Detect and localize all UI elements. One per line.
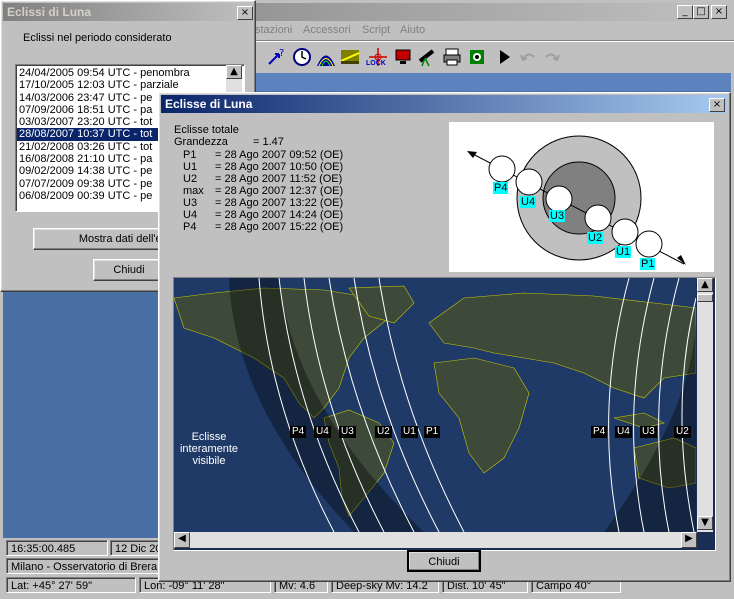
eclipse-diagram: P4 U4 U3 U2 U1 P1 xyxy=(449,122,714,272)
map-label-p4-right: P4 xyxy=(591,426,608,438)
menu-accessori[interactable]: Accessori xyxy=(303,24,351,36)
svg-text:?: ? xyxy=(279,48,284,59)
scroll-up-button[interactable]: ▲ xyxy=(226,65,242,79)
menu-script[interactable]: Script xyxy=(362,24,390,36)
map-label-u4: U4 xyxy=(314,426,331,438)
printer-icon[interactable] xyxy=(442,47,462,67)
status-lat: Lat: +45° 27' 59" xyxy=(6,577,136,593)
diagram-label-u1: U1 xyxy=(615,246,632,258)
diagram-label-u4: U4 xyxy=(520,196,537,208)
eclipse-detail-close-button[interactable]: × xyxy=(709,98,725,112)
map-caption-line-2: interamente xyxy=(179,443,239,455)
diagram-label-p4: P4 xyxy=(493,182,509,194)
map-label-u1: U1 xyxy=(401,426,418,438)
contact-name: max xyxy=(183,185,204,197)
status-date: 12 Dic 20 xyxy=(110,540,162,556)
contact-name: U2 xyxy=(183,173,198,185)
eclipse-list-heading: Eclissi nel periodo considerato xyxy=(23,32,172,44)
map-label-u2: U2 xyxy=(375,426,392,438)
eclipse-list-close-button[interactable]: × xyxy=(237,6,253,20)
contact-time: = 28 Ago 2007 14:24 (OE) xyxy=(215,209,344,221)
contact-time: = 28 Ago 2007 12:37 (OE) xyxy=(215,185,344,197)
eclipse-list-close-btn[interactable]: Chiudi xyxy=(93,259,165,281)
status-time: 16:35:00.485 xyxy=(6,540,108,556)
map-scroll-left[interactable]: ◀ xyxy=(174,532,190,548)
eclipse-list-title: Eclissi di Luna xyxy=(7,5,92,19)
world-map-svg xyxy=(174,278,696,532)
horizon-icon[interactable] xyxy=(340,47,360,67)
map-label-u4-right: U4 xyxy=(615,426,632,438)
map-hscrollbar[interactable]: ◀ ▶ xyxy=(174,532,697,548)
map-label-p1: P1 xyxy=(424,426,441,438)
menu-separator xyxy=(250,40,734,42)
map-label-u2-right: U2 xyxy=(674,426,691,438)
menu-aiuto[interactable]: Aiuto xyxy=(400,24,425,36)
map-label-p4: P4 xyxy=(290,426,307,438)
eclipse-detail-title: Eclisse di Luna xyxy=(165,97,253,111)
contact-time: = 28 Ago 2007 09:52 (OE) xyxy=(215,149,344,161)
clock-icon[interactable] xyxy=(292,47,312,67)
lock-label: LOCK xyxy=(366,60,386,67)
moon-p4 xyxy=(488,155,516,183)
diagram-label-u3: U3 xyxy=(549,210,566,222)
contact-time: = 28 Ago 2007 10:50 (OE) xyxy=(215,161,344,173)
contact-time: = 28 Ago 2007 11:52 (OE) xyxy=(215,173,343,185)
eclipse-detail-titlebar: Eclisse di Luna xyxy=(161,95,728,113)
diagram-label-u2: U2 xyxy=(587,232,604,244)
map-caption: Eclisse interamente visibile xyxy=(177,431,241,467)
map-label-u3-right: U3 xyxy=(640,426,657,438)
map-vscroll-thumb[interactable] xyxy=(697,294,713,302)
contact-name: P4 xyxy=(183,221,197,233)
map-vscrollbar[interactable]: ▲ ▼ xyxy=(697,278,713,532)
visibility-map[interactable]: ▲ ▼ ◀ ▶ xyxy=(173,277,716,551)
contact-name: U1 xyxy=(183,161,198,173)
eclipse-list-titlebar: Eclissi di Luna xyxy=(3,3,253,21)
redo-icon[interactable] xyxy=(542,47,562,67)
contact-name: U4 xyxy=(183,209,198,221)
map-label-u3: U3 xyxy=(339,426,356,438)
moon-u2 xyxy=(584,204,612,232)
eclipse-detail-close-btn[interactable]: Chiudi xyxy=(407,550,481,572)
diagram-label-p1: P1 xyxy=(640,258,656,270)
map-scroll-down[interactable]: ▼ xyxy=(697,516,713,530)
magnitude-value: = 1.47 xyxy=(253,136,284,148)
meridian-icon[interactable] xyxy=(316,47,336,67)
eclipse-list-item[interactable]: 24/04/2005 09:54 UTC - penombra xyxy=(17,67,225,79)
settings-icon[interactable] xyxy=(467,47,487,67)
menu-stazioni[interactable]: stazioni xyxy=(255,24,292,36)
play-icon[interactable] xyxy=(495,47,515,67)
eclipse-diagram-svg xyxy=(467,135,686,265)
path-arrow-end xyxy=(677,255,686,265)
map-caption-line-1: Eclisse xyxy=(191,431,227,443)
magnitude-label: Grandezza xyxy=(174,136,228,148)
question-arrow-icon[interactable]: ? xyxy=(266,47,286,67)
eclipse-type: Eclisse totale xyxy=(174,124,239,136)
close-main-button[interactable]: × xyxy=(711,5,727,19)
contact-time: = 28 Ago 2007 13:22 (OE) xyxy=(215,197,344,209)
telescope-icon[interactable] xyxy=(417,47,437,67)
moon-u3 xyxy=(545,185,573,213)
map-scroll-right[interactable]: ▶ xyxy=(681,532,697,548)
moon-u1 xyxy=(611,218,639,246)
status-location: Milano - Osservatorio di Brera xyxy=(6,558,162,574)
contact-name: U3 xyxy=(183,197,198,209)
moon-u4 xyxy=(515,168,543,196)
undo-icon[interactable] xyxy=(518,47,538,67)
map-caption-line-3: visibile xyxy=(192,455,226,467)
maximize-button[interactable]: □ xyxy=(693,5,709,19)
minimize-button[interactable]: _ xyxy=(677,5,693,19)
path-arrow-start xyxy=(467,151,477,158)
moon-p1 xyxy=(635,230,663,258)
map-scroll-up[interactable]: ▲ xyxy=(697,278,713,292)
eclipse-detail-window: Eclisse di Luna × Eclisse totale Grandez… xyxy=(158,92,731,582)
eclipse-list-item[interactable]: 17/10/2005 12:03 UTC - parziale xyxy=(17,79,225,91)
contact-name: P1 xyxy=(183,149,197,161)
contact-time: = 28 Ago 2007 15:22 (OE) xyxy=(215,221,344,233)
monitor-icon[interactable] xyxy=(393,47,413,67)
